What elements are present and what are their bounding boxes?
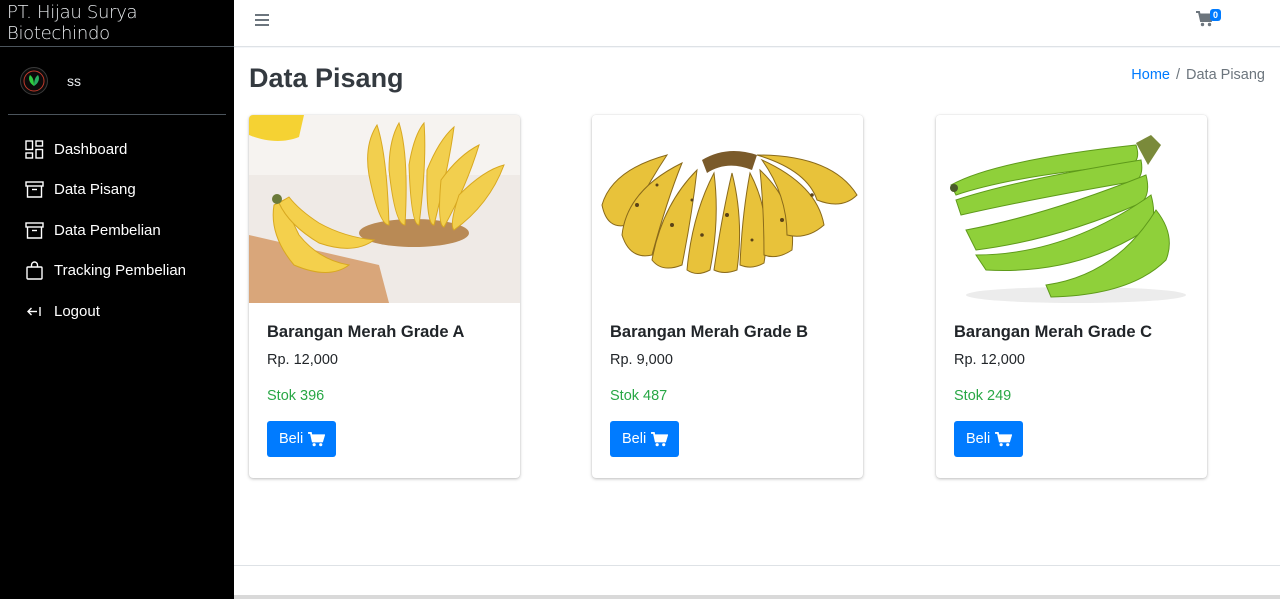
buy-button[interactable]: Beli [610, 421, 680, 457]
breadcrumb-home-link[interactable]: Home [1131, 67, 1170, 83]
user-name[interactable]: ss [67, 73, 81, 89]
product-image [592, 115, 863, 303]
shopping-bag-icon [24, 261, 44, 281]
breadcrumb-current: Data Pisang [1186, 67, 1265, 83]
sidebar-item-data-pisang[interactable]: Data Pisang [0, 170, 234, 211]
cart-icon [995, 431, 1013, 446]
product-stock: Stok 249 [954, 388, 1012, 404]
buy-button-label: Beli [622, 431, 647, 447]
sidebar-item-label: Data Pembelian [54, 221, 161, 239]
cart-button[interactable]: 0 [1196, 9, 1226, 35]
sidebar-item-label: Data Pisang [54, 181, 136, 199]
archive-box-icon [24, 220, 44, 240]
breadcrumb: Home / Data Pisang [1131, 67, 1265, 83]
logout-arrow-icon [24, 301, 44, 321]
brand-link[interactable]: PT. Hijau Surya Biotechindo [0, 0, 234, 47]
top-navbar: 0 [234, 0, 1280, 47]
menu-toggle-icon[interactable] [255, 11, 271, 31]
cart-icon [308, 431, 326, 446]
product-name: Barangan Merah Grade A [267, 323, 465, 341]
brand-title: PT. Hijau Surya Biotechindo [7, 2, 138, 44]
sidebar-item-label: Tracking Pembelian [54, 262, 187, 280]
sidebar-item-data-pembelian[interactable]: Data Pembelian [0, 210, 234, 251]
product-stock: Stok 487 [610, 388, 668, 404]
footer [234, 565, 1280, 599]
product-name: Barangan Merah Grade C [954, 323, 1153, 341]
sidebar-item-label: Logout [54, 302, 100, 320]
product-price: Rp. 9,000 [610, 352, 673, 368]
buy-button[interactable]: Beli [267, 421, 337, 457]
sidebar: PT. Hijau Surya Biotechindo ss Dashboard [0, 0, 234, 599]
leaf-logo-icon [23, 70, 45, 91]
dashboard-grid-icon [24, 139, 44, 159]
avatar [20, 66, 48, 95]
product-name: Barangan Merah Grade B [610, 323, 809, 341]
breadcrumb-separator: / [1175, 67, 1180, 83]
buy-button-label: Beli [279, 431, 304, 447]
product-card: Barangan Merah Grade B Rp. 9,000 Stok 48… [592, 115, 863, 478]
sidebar-item-dashboard[interactable]: Dashboard [0, 129, 234, 170]
page-title: Data Pisang [249, 63, 404, 93]
product-image [936, 115, 1207, 303]
product-price: Rp. 12,000 [267, 352, 338, 368]
product-price: Rp. 12,000 [954, 352, 1025, 368]
buy-button[interactable]: Beli [954, 421, 1024, 457]
sidebar-item-logout[interactable]: Logout [0, 291, 234, 332]
product-card: Barangan Merah Grade C Rp. 12,000 Stok 2… [936, 115, 1207, 478]
sidebar-nav: Dashboard Data Pisang Data Pembelian Tra… [0, 129, 234, 332]
product-stock: Stok 396 [267, 388, 325, 404]
product-card: Barangan Merah Grade A Rp. 12,000 Stok 3… [249, 115, 520, 478]
archive-box-icon [24, 180, 44, 200]
product-image [249, 115, 520, 303]
content-wrapper: Data Pisang Home / Data Pisang Barangan … [234, 48, 1280, 565]
buy-button-label: Beli [966, 431, 991, 447]
sidebar-item-label: Dashboard [54, 140, 128, 158]
cart-count-badge: 0 [1210, 9, 1222, 21]
cart-icon [651, 431, 669, 446]
bottom-divider [234, 595, 1280, 599]
user-panel: ss [8, 47, 226, 115]
sidebar-item-tracking-pembelian[interactable]: Tracking Pembelian [0, 251, 234, 292]
